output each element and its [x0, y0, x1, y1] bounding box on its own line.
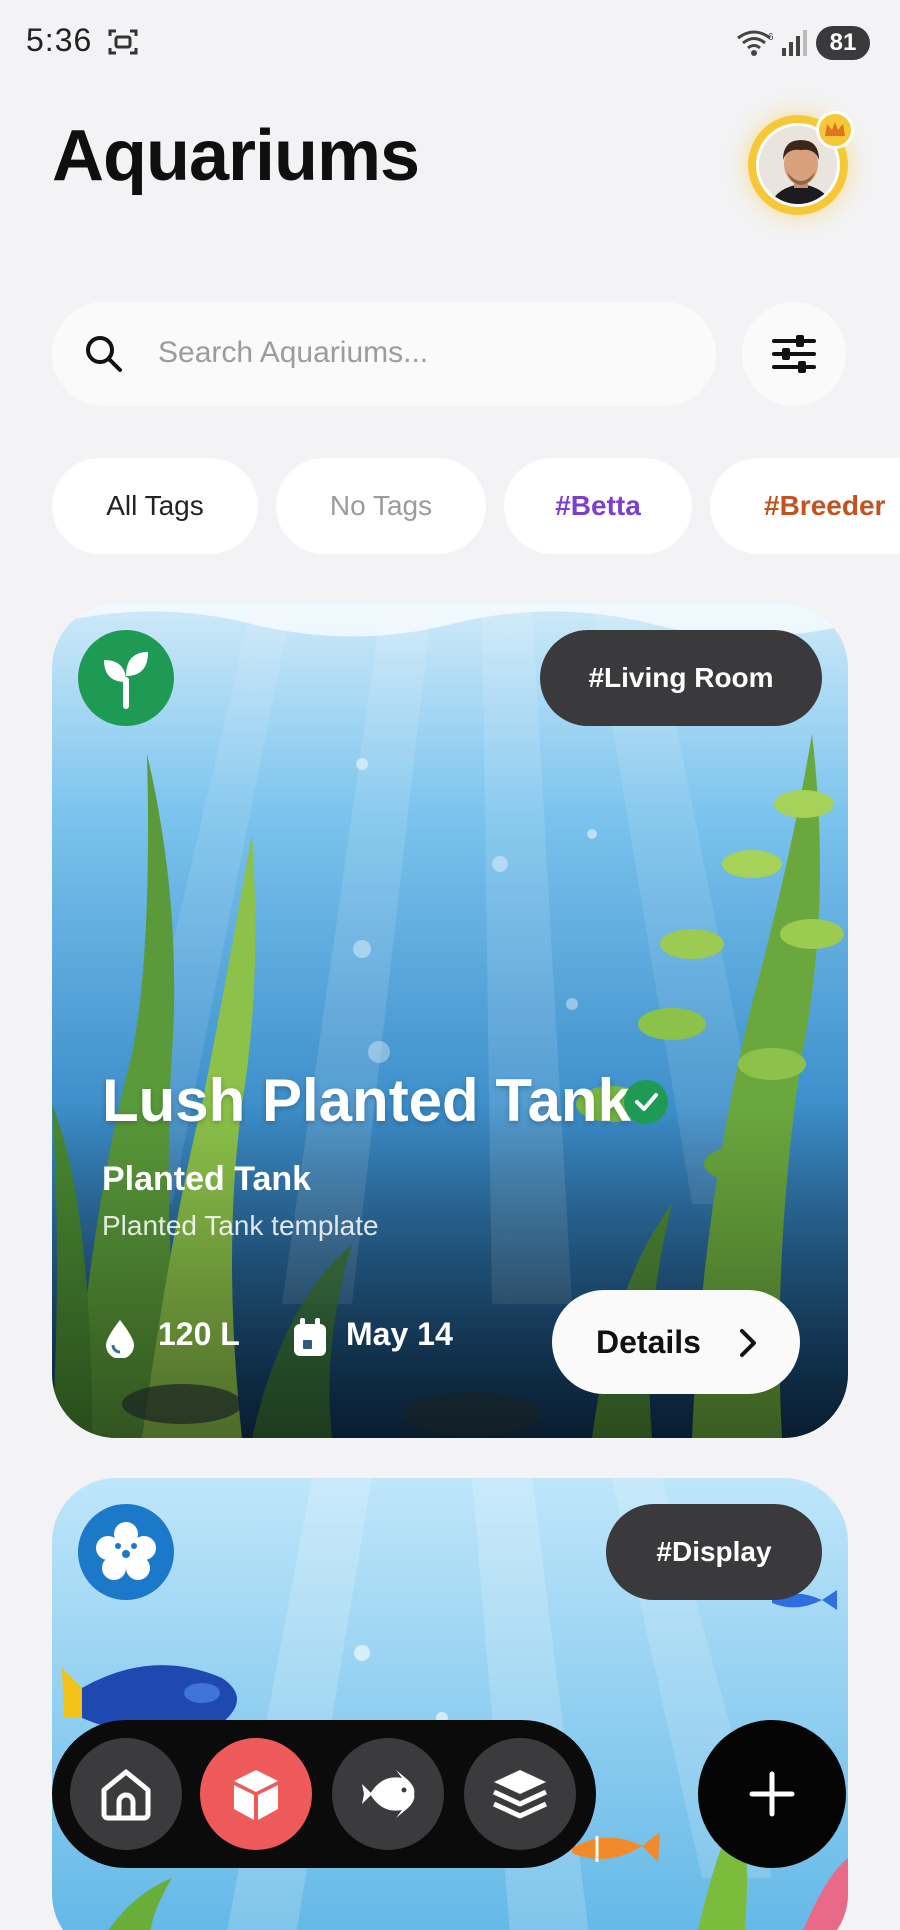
status-bar: 5:36 6 81 [0, 0, 900, 90]
sprout-icon [104, 652, 148, 709]
signal-icon [782, 30, 807, 56]
nav-layers-button[interactable] [464, 1738, 576, 1850]
chevron-right-icon [740, 1329, 756, 1357]
search-input[interactable]: Search Aquariums... [158, 336, 428, 370]
wifi-icon: 6 [737, 30, 774, 56]
tag-chip-betta[interactable]: #Betta [504, 458, 692, 554]
fish-icon [362, 1770, 415, 1818]
location-tag[interactable]: #Display [606, 1504, 822, 1600]
plus-icon [749, 1771, 795, 1817]
add-aquarium-button[interactable] [698, 1720, 846, 1868]
flower-icon [96, 1522, 156, 1580]
tag-chip-breeder[interactable]: #Breeder [710, 458, 900, 554]
aquarium-volume: 120 L [158, 1316, 240, 1352]
water-drop-icon [106, 1320, 134, 1358]
status-time: 5:36 [26, 22, 93, 58]
aquarium-type-badge [78, 1504, 174, 1600]
screenshot-icon [108, 29, 138, 55]
tag-chip-all[interactable]: All Tags [52, 458, 258, 554]
nav-tanks-button[interactable] [200, 1738, 312, 1850]
search-bar[interactable]: Search Aquariums... [52, 302, 716, 406]
search-icon [86, 336, 122, 372]
bottom-nav [52, 1720, 596, 1868]
calendar-icon [294, 1318, 326, 1356]
avatar[interactable] [748, 111, 854, 215]
location-tag[interactable]: #Living Room [540, 630, 822, 726]
battery-icon: 81 [816, 26, 870, 60]
tag-chip-none[interactable]: No Tags [276, 458, 486, 554]
sliders-icon [772, 335, 816, 373]
svg-text:6: 6 [768, 32, 774, 43]
aquarium-date: May 14 [346, 1316, 453, 1352]
nav-home-button[interactable] [70, 1738, 182, 1850]
details-label: Details [596, 1324, 701, 1360]
aquarium-template: Planted Tank template [102, 1210, 379, 1241]
layers-icon [492, 1770, 548, 1819]
aquarium-type: Planted Tank [102, 1160, 312, 1198]
details-button[interactable]: Details [552, 1290, 800, 1394]
verified-check-icon [624, 1080, 668, 1124]
aquarium-card[interactable]: #Living Room Lush Planted Tank Planted T… [52, 604, 848, 1438]
nav-fish-button[interactable] [332, 1738, 444, 1850]
crown-icon [816, 111, 854, 149]
page-title: Aquariums [52, 116, 420, 196]
filter-button[interactable] [742, 302, 846, 406]
aquarium-type-badge [78, 630, 174, 726]
tank-cube-icon [234, 1770, 278, 1820]
home-icon [101, 1769, 151, 1821]
aquarium-name: Lush Planted Tank [102, 1067, 631, 1134]
